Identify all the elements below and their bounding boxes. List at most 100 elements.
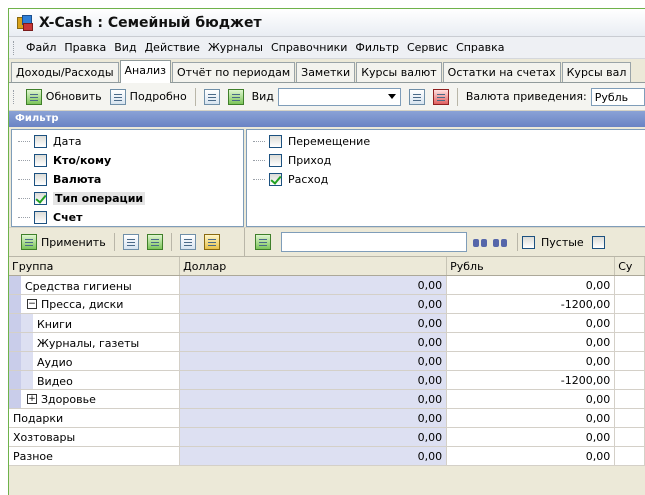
account-checkbox[interactable]: [34, 211, 47, 224]
filter-value-transfer[interactable]: Перемещение: [247, 132, 645, 151]
table-row[interactable]: − Пресса, диски 0,00 -1200,00: [9, 295, 645, 314]
group-label: Подарки: [9, 409, 181, 427]
empty-checkbox[interactable]: [522, 235, 535, 249]
currency-dropdown[interactable]: Рубль: [590, 87, 645, 106]
filter-actions-left: Применить: [11, 231, 244, 253]
find-icon[interactable]: [473, 236, 489, 248]
table-row[interactable]: Видео 0,00 -1200,00: [9, 371, 645, 390]
group-label: Средства гигиены: [25, 280, 132, 293]
excel-export-button[interactable]: [224, 86, 248, 108]
indent-band-2: [21, 371, 33, 389]
rub-cell: 0,00: [447, 276, 616, 294]
menu-service[interactable]: Сервис: [403, 41, 452, 54]
filter-field-operation-type[interactable]: Тип операции: [12, 189, 243, 208]
search-input[interactable]: [281, 232, 467, 252]
group-cell: Аудио: [9, 352, 181, 370]
table-row[interactable]: Аудио 0,00 0,00: [9, 352, 645, 371]
tab-exchange-rates-2[interactable]: Курсы вал: [561, 62, 632, 82]
table-row[interactable]: Журналы, газеты 0,00 0,00: [9, 333, 645, 352]
filter-value-expense[interactable]: Расход: [247, 170, 645, 189]
group-label: Аудио: [37, 356, 73, 369]
usd-cell: 0,00: [180, 371, 448, 389]
date-checkbox[interactable]: [34, 135, 47, 148]
menu-journals[interactable]: Журналы: [204, 41, 267, 54]
detail-label: Подробно: [129, 90, 187, 103]
detail-button[interactable]: Подробно: [106, 86, 191, 108]
filter-add-button[interactable]: [119, 231, 143, 253]
refresh-button[interactable]: Обновить: [22, 86, 106, 108]
columns-button[interactable]: [405, 86, 429, 108]
table-row[interactable]: Хозтовары 0,00 0,00: [9, 428, 645, 447]
counterparty-checkbox[interactable]: [34, 154, 47, 167]
usd-cell: 0,00: [180, 276, 448, 294]
funnel-clear-icon: [179, 234, 196, 250]
app-window: X-Cash : Семейный бюджет Файл Правка Вид…: [8, 8, 645, 495]
column-header-group[interactable]: Группа: [9, 257, 181, 275]
usd-cell: 0,00: [180, 428, 448, 446]
menu-filter[interactable]: Фильтр: [351, 41, 403, 54]
expense-checkbox[interactable]: [269, 173, 282, 186]
table-row[interactable]: Разное 0,00 0,00: [9, 447, 645, 466]
currency-label-wrap: Валюта приведения:: [462, 86, 591, 108]
currency-checkbox[interactable]: [34, 173, 47, 186]
collapse-icon[interactable]: −: [27, 299, 37, 309]
transfer-checkbox[interactable]: [269, 135, 282, 148]
tab-period-report[interactable]: Отчёт по периодам: [172, 62, 296, 82]
view-dropdown[interactable]: [277, 87, 401, 106]
apply-icon: [255, 234, 271, 250]
operation-type-checkbox[interactable]: [34, 192, 47, 205]
excel-icon: [227, 88, 244, 105]
menu-action[interactable]: Действие: [141, 41, 204, 54]
tab-notes[interactable]: Заметки: [296, 62, 356, 82]
filter-field-counterparty[interactable]: Кто/кому: [12, 151, 243, 170]
tree-connector: [18, 141, 30, 142]
filter-field-account[interactable]: Счет: [12, 208, 243, 227]
filter-header[interactable]: Фильтр: [9, 111, 645, 127]
group-cell: − Пресса, диски: [9, 295, 181, 313]
tree-connector: [253, 141, 265, 142]
table-row[interactable]: Средства гигиены 0,00 0,00: [9, 276, 645, 295]
analysis-grid: Группа Доллар Рубль Су Средства гигиены …: [9, 257, 645, 466]
filter-field-date[interactable]: Дата: [12, 132, 243, 151]
usd-cell: 0,00: [180, 333, 448, 351]
sum-cell: [615, 314, 645, 332]
expand-icon[interactable]: +: [27, 394, 37, 404]
tab-account-balances[interactable]: Остатки на счетах: [442, 62, 561, 82]
filter-field-currency[interactable]: Валюта: [12, 170, 243, 189]
tab-analysis[interactable]: Анализ: [119, 60, 172, 83]
apply-button[interactable]: Применить: [17, 231, 110, 253]
menu-view[interactable]: Вид: [110, 41, 140, 54]
rub-cell: 0,00: [447, 333, 616, 351]
menu-grip: [13, 40, 16, 55]
income-checkbox[interactable]: [269, 154, 282, 167]
refresh-icon: [25, 88, 42, 105]
menu-help[interactable]: Справка: [452, 41, 508, 54]
group-cell: Журналы, газеты: [9, 333, 181, 351]
main-toolbar: Обновить Подробно Вид Валюта приведения:: [9, 83, 645, 111]
indent-band-2: [21, 314, 33, 332]
delete-view-button[interactable]: [429, 86, 453, 108]
find-next-icon[interactable]: [493, 236, 509, 248]
filter-open-button[interactable]: [200, 231, 224, 253]
sum-cell: [615, 276, 645, 294]
filter-clear-button[interactable]: [176, 231, 200, 253]
tab-income-expense[interactable]: Доходы/Расходы: [11, 62, 119, 82]
menu-edit[interactable]: Правка: [60, 41, 110, 54]
table-row[interactable]: Подарки 0,00 0,00: [9, 409, 645, 428]
extra-checkbox[interactable]: [591, 235, 605, 249]
filter-save-button[interactable]: [143, 231, 167, 253]
table-row[interactable]: + Здоровье 0,00 0,00: [9, 390, 645, 409]
table-row[interactable]: Книги 0,00 0,00: [9, 314, 645, 333]
group-cell: + Здоровье: [9, 390, 181, 408]
column-header-rub[interactable]: Рубль: [447, 257, 616, 275]
column-header-sum[interactable]: Су: [615, 257, 645, 275]
table-view-button[interactable]: [200, 86, 224, 108]
search-apply-button[interactable]: [251, 231, 275, 253]
rub-cell: 0,00: [447, 447, 616, 465]
filter-value-income[interactable]: Приход: [247, 151, 645, 170]
column-header-usd[interactable]: Доллар: [180, 257, 448, 275]
menu-file[interactable]: Файл: [22, 41, 60, 54]
currency-label: Валюта приведения:: [465, 90, 587, 103]
tab-exchange-rates[interactable]: Курсы валют: [356, 62, 442, 82]
menu-references[interactable]: Справочники: [267, 41, 351, 54]
